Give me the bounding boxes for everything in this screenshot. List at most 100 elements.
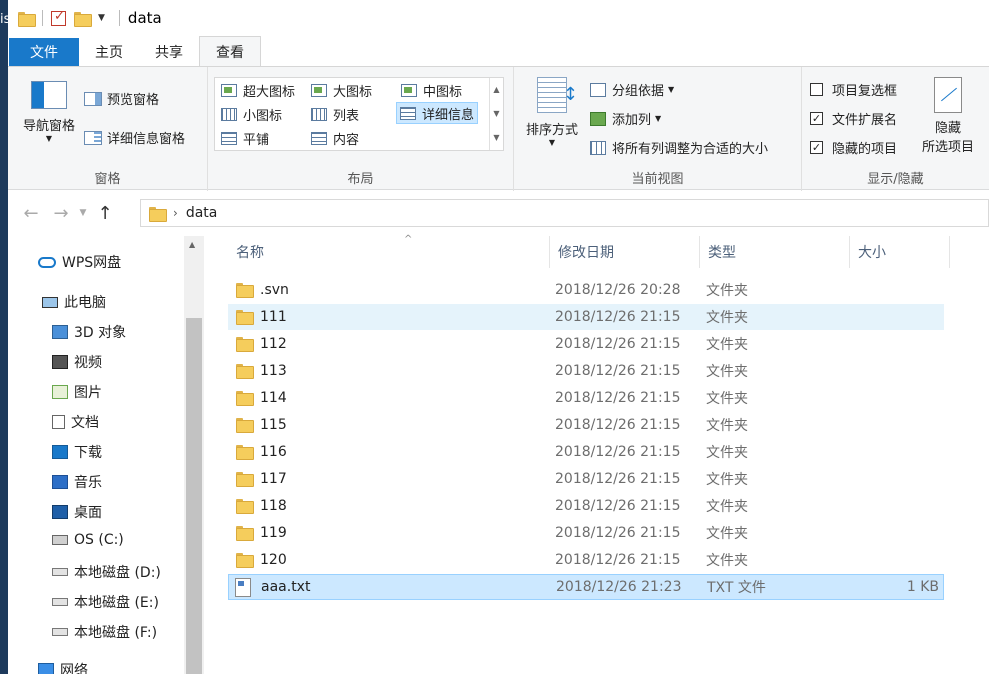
file-row[interactable]: 116 2018/12/26 21:15 文件夹 — [228, 439, 944, 465]
nav-item-drive-f[interactable]: 本地磁盘 (F:) — [52, 622, 157, 642]
hide-selected-label-1: 隐藏 — [934, 121, 961, 136]
column-label: 修改日期 — [558, 245, 614, 261]
up-icon[interactable]: ↑ — [90, 203, 120, 224]
file-row[interactable]: 119 2018/12/26 21:15 文件夹 — [228, 520, 944, 546]
tab-share[interactable]: 共享 — [139, 38, 199, 66]
cloud-icon — [38, 256, 56, 268]
tab-file[interactable]: 文件 — [9, 38, 79, 66]
chevron-down-icon: ▼ — [45, 134, 53, 143]
tab-home[interactable]: 主页 — [79, 38, 139, 66]
nav-item-desktop[interactable]: 桌面 — [52, 502, 102, 522]
nav-item-3d-objects[interactable]: 3D 对象 — [52, 322, 126, 342]
item-checkboxes-checkbox[interactable] — [810, 83, 823, 96]
layout-tiles[interactable]: 平铺 — [218, 127, 272, 149]
item-checkboxes-toggle[interactable]: 项目复选框 — [810, 80, 897, 99]
expand-gallery-icon[interactable]: ▼ — [490, 126, 503, 150]
nav-label: 本地磁盘 (E:) — [74, 595, 159, 611]
details-icon — [400, 106, 416, 120]
window-title: data — [127, 9, 162, 27]
file-row[interactable]: aaa.txt 2018/12/26 21:23 TXT 文件 1 KB — [228, 574, 944, 600]
hidden-items-checkbox[interactable]: ✓ — [810, 141, 823, 154]
breadcrumb-data[interactable]: data — [186, 205, 218, 221]
file-type: 文件夹 — [706, 472, 748, 488]
file-row[interactable]: 112 2018/12/26 21:15 文件夹 — [228, 331, 944, 357]
current-view-group: 排序方式 ▼ 分组依据 ▼ 添加列 ▼ 将所有列调整为合适的大小 当前视图 — [514, 67, 802, 191]
nav-item-pictures[interactable]: 图片 — [52, 382, 102, 402]
nav-item-wps-cloud[interactable]: WPS网盘 — [38, 252, 121, 272]
medium-icons-icon — [401, 83, 417, 97]
size-all-columns-button[interactable]: 将所有列调整为合适的大小 — [590, 138, 768, 157]
file-row[interactable]: 118 2018/12/26 21:15 文件夹 — [228, 493, 944, 519]
file-date: 2018/12/26 21:15 — [555, 552, 681, 568]
file-row[interactable]: .svn 2018/12/26 20:28 文件夹 — [228, 277, 944, 303]
scroll-up-icon[interactable]: ▲ — [490, 78, 503, 102]
layout-label: 详细信息 — [422, 107, 475, 123]
layout-large-icons[interactable]: 大图标 — [308, 79, 375, 101]
layout-content[interactable]: 内容 — [308, 127, 362, 149]
nav-item-drive-d[interactable]: 本地磁盘 (D:) — [52, 562, 161, 582]
recent-locations-icon[interactable]: ▼ — [76, 208, 90, 218]
file-row[interactable]: 120 2018/12/26 21:15 文件夹 — [228, 547, 944, 573]
address-bar[interactable]: › data — [140, 199, 989, 227]
file-name: 119 — [260, 525, 287, 541]
details-pane-icon — [84, 130, 102, 145]
column-header-name[interactable]: ^ 名称 — [228, 234, 550, 268]
tab-view[interactable]: 查看 — [199, 36, 261, 66]
group-by-button[interactable]: 分组依据 ▼ — [590, 80, 674, 99]
nav-item-videos[interactable]: 视频 — [52, 352, 102, 372]
nav-item-network[interactable]: 网络 — [38, 660, 88, 674]
forward-icon[interactable]: → — [46, 203, 76, 224]
sort-by-button[interactable]: 排序方式 ▼ — [518, 77, 586, 147]
hidden-items-label: 隐藏的项目 — [832, 142, 898, 157]
chevron-down-icon: ▼ — [655, 114, 662, 123]
nav-item-downloads[interactable]: 下载 — [52, 442, 102, 462]
add-columns-button[interactable]: 添加列 ▼ — [590, 109, 661, 128]
file-row[interactable]: 114 2018/12/26 21:15 文件夹 — [228, 385, 944, 411]
column-header-type[interactable]: 类型 — [700, 236, 850, 268]
file-type: 文件夹 — [706, 526, 748, 542]
column-header-date[interactable]: 修改日期 — [550, 236, 700, 268]
nav-item-drive-e[interactable]: 本地磁盘 (E:) — [52, 592, 159, 612]
layout-gallery-scroll[interactable]: ▲ ▼ ▼ — [489, 78, 503, 150]
column-header-size[interactable]: 大小 — [850, 236, 950, 268]
file-date: 2018/12/26 21:15 — [555, 309, 681, 325]
file-extensions-toggle[interactable]: ✓ 文件扩展名 — [810, 109, 897, 128]
preview-pane-icon — [84, 91, 102, 106]
details-pane-button[interactable]: 详细信息窗格 — [84, 128, 185, 147]
layout-group-label: 布局 — [347, 172, 374, 187]
layout-extra-large-icons[interactable]: 超大图标 — [218, 79, 298, 101]
layout-details[interactable]: 详细信息 — [396, 102, 479, 124]
large-icons-icon — [311, 83, 327, 97]
properties-icon[interactable] — [51, 9, 66, 26]
file-row[interactable]: 113 2018/12/26 21:15 文件夹 — [228, 358, 944, 384]
nav-scroll-thumb[interactable] — [186, 318, 202, 674]
file-name: aaa.txt — [261, 579, 311, 595]
hide-selected-button[interactable]: 隐藏 所选项目 — [912, 77, 984, 155]
back-icon[interactable]: ← — [16, 203, 46, 224]
nav-label: 桌面 — [74, 505, 102, 521]
file-extensions-checkbox[interactable]: ✓ — [810, 112, 823, 125]
file-type: 文件夹 — [706, 499, 748, 515]
preview-pane-button[interactable]: 预览窗格 — [84, 89, 159, 108]
breadcrumb-chevron-icon[interactable]: › — [173, 206, 178, 220]
scroll-up-icon[interactable]: ▲ — [189, 240, 195, 249]
file-row[interactable]: 115 2018/12/26 21:15 文件夹 — [228, 412, 944, 438]
layout-medium-icons[interactable]: 中图标 — [398, 79, 465, 101]
nav-item-os-c[interactable]: OS (C:) — [52, 532, 124, 548]
scroll-down-icon[interactable]: ▼ — [490, 102, 503, 126]
layout-label: 大图标 — [333, 84, 373, 100]
file-row[interactable]: 117 2018/12/26 21:15 文件夹 — [228, 466, 944, 492]
quick-access-dropdown-icon[interactable]: ▼ — [98, 13, 105, 23]
nav-item-documents[interactable]: 文档 — [52, 412, 99, 432]
new-folder-icon[interactable] — [74, 11, 92, 27]
3d-objects-icon — [52, 325, 68, 339]
navigation-pane-button[interactable]: 导航窗格 ▼ — [16, 81, 82, 143]
layout-list[interactable]: 列表 — [308, 103, 362, 125]
layout-small-icons[interactable]: 小图标 — [218, 103, 285, 125]
hidden-items-toggle[interactable]: ✓ 隐藏的项目 — [810, 138, 897, 157]
ribbon-tabs: 文件 主页 共享 查看 — [8, 36, 989, 66]
nav-scrollbar[interactable]: ▲ — [184, 236, 204, 674]
nav-item-music[interactable]: 音乐 — [52, 472, 102, 492]
nav-item-this-pc[interactable]: 此电脑 — [42, 292, 106, 312]
file-row[interactable]: 111 2018/12/26 21:15 文件夹 — [228, 304, 944, 330]
